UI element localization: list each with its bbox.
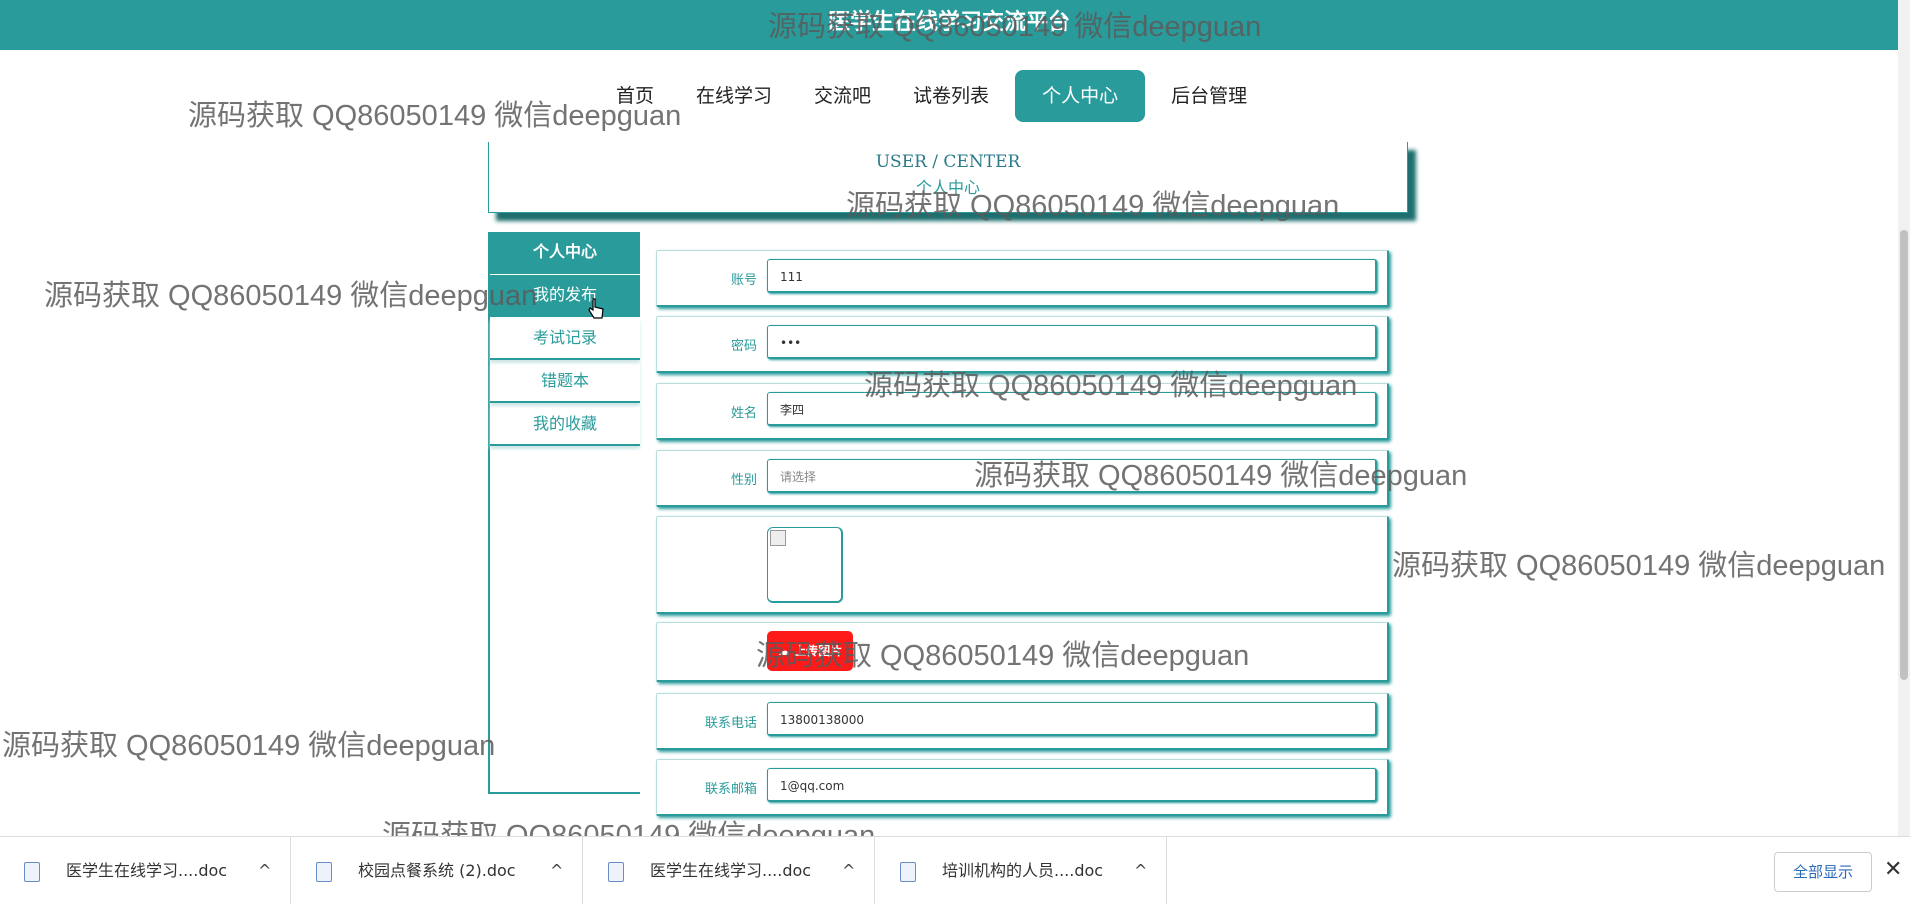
chevron-up-icon[interactable]: ^ bbox=[842, 837, 855, 904]
sidebar-item-profile[interactable]: 个人中心 bbox=[490, 232, 640, 274]
main-nav: 首页 在线学习 交流吧 试卷列表 个人中心 后台管理 bbox=[600, 70, 1273, 122]
scrollbar-thumb[interactable] bbox=[1900, 230, 1908, 680]
phone-input[interactable]: 13800138000 bbox=[767, 702, 1377, 736]
form-row-upload: ☁ 上传图片 bbox=[656, 622, 1389, 682]
nav-forum[interactable]: 交流吧 bbox=[798, 70, 887, 122]
watermark: 源码获取 QQ86050149 微信deepguan bbox=[44, 280, 538, 312]
user-center-banner: USER / CENTER 个人中心 bbox=[488, 142, 1408, 213]
form-row-name: 姓名 李四 bbox=[656, 383, 1389, 440]
account-label: 账号 bbox=[730, 273, 757, 288]
doc-file-icon bbox=[608, 862, 624, 882]
email-label: 联系邮箱 bbox=[704, 782, 757, 797]
password-input[interactable]: ••• bbox=[767, 325, 1377, 359]
user-center-en-title: USER / CENTER bbox=[875, 152, 1021, 172]
doc-file-icon bbox=[24, 862, 40, 882]
page-scrollbar[interactable] bbox=[1898, 0, 1910, 836]
gender-select[interactable]: 请选择 bbox=[767, 459, 1377, 493]
chevron-up-icon[interactable]: ^ bbox=[1134, 837, 1147, 904]
download-item[interactable]: 医学生在线学习....doc ^ bbox=[584, 837, 875, 904]
download-filename: 医学生在线学习....doc bbox=[66, 861, 228, 880]
show-all-button[interactable]: 全部显示 bbox=[1774, 852, 1872, 892]
cloud-upload-icon: ☁ bbox=[777, 644, 790, 658]
site-header: 医学生在线学习交流平台 bbox=[0, 0, 1898, 50]
form-row-avatar bbox=[656, 516, 1389, 614]
form-row-gender: 性别 请选择 bbox=[656, 450, 1389, 507]
form-row-email: 联系邮箱 1@qq.com bbox=[656, 759, 1389, 816]
gender-label: 性别 bbox=[730, 473, 757, 488]
download-filename: 校园点餐系统 (2).doc bbox=[358, 861, 516, 880]
form-row-account: 账号 111 bbox=[656, 250, 1389, 307]
sidebar-item-my-posts[interactable]: 我的发布 bbox=[490, 275, 640, 317]
name-label: 姓名 bbox=[730, 406, 757, 421]
doc-file-icon bbox=[316, 862, 332, 882]
doc-file-icon bbox=[900, 862, 916, 882]
sidebar-item-wrong-questions[interactable]: 错题本 bbox=[490, 361, 640, 403]
nav-home[interactable]: 首页 bbox=[600, 70, 670, 122]
nav-online-learning[interactable]: 在线学习 bbox=[680, 70, 788, 122]
hand-cursor-icon bbox=[588, 298, 604, 319]
download-item[interactable]: 培训机构的人员....doc ^ bbox=[876, 837, 1167, 904]
chevron-up-icon[interactable]: ^ bbox=[258, 837, 271, 904]
chevron-up-icon[interactable]: ^ bbox=[550, 837, 563, 904]
form-row-password: 密码 ••• bbox=[656, 316, 1389, 373]
download-item[interactable]: 校园点餐系统 (2).doc ^ bbox=[292, 837, 583, 904]
nav-exam-list[interactable]: 试卷列表 bbox=[897, 70, 1005, 122]
broken-image-icon bbox=[770, 530, 786, 546]
user-sidebar: 个人中心 我的发布 考试记录 错题本 我的收藏 bbox=[488, 232, 640, 794]
password-label: 密码 bbox=[730, 339, 757, 354]
phone-label: 联系电话 bbox=[704, 716, 757, 731]
email-input[interactable]: 1@qq.com bbox=[767, 768, 1377, 802]
site-title: 医学生在线学习交流平台 bbox=[827, 10, 1070, 35]
account-input[interactable]: 111 bbox=[767, 259, 1377, 293]
sidebar-item-favorites[interactable]: 我的收藏 bbox=[490, 404, 640, 446]
nav-admin[interactable]: 后台管理 bbox=[1155, 70, 1263, 122]
upload-image-button[interactable]: ☁ 上传图片 bbox=[767, 631, 853, 671]
download-filename: 培训机构的人员....doc bbox=[942, 861, 1104, 880]
watermark: 源码获取 QQ86050149 微信deepguan bbox=[1392, 550, 1886, 582]
user-center-cn-title: 个人中心 bbox=[915, 178, 980, 197]
name-input[interactable]: 李四 bbox=[767, 392, 1377, 426]
download-bar: 医学生在线学习....doc ^ 校园点餐系统 (2).doc ^ 医学生在线学… bbox=[0, 836, 1910, 904]
nav-user-center[interactable]: 个人中心 bbox=[1015, 70, 1146, 122]
upload-image-label: 上传图片 bbox=[794, 644, 843, 658]
download-filename: 医学生在线学习....doc bbox=[650, 861, 812, 880]
sidebar-item-exam-records[interactable]: 考试记录 bbox=[490, 318, 640, 360]
form-row-phone: 联系电话 13800138000 bbox=[656, 693, 1389, 750]
avatar-preview bbox=[767, 527, 843, 603]
download-item[interactable]: 医学生在线学习....doc ^ bbox=[0, 837, 291, 904]
close-icon[interactable]: ✕ bbox=[1884, 857, 1902, 882]
watermark: 源码获取 QQ86050149 微信deepguan bbox=[2, 730, 496, 762]
